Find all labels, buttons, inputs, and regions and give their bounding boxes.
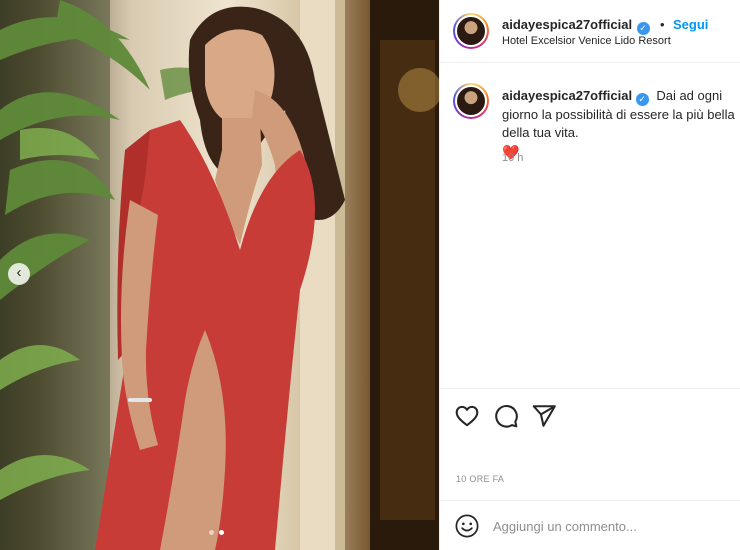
- location-link[interactable]: Hotel Excelsior Venice Lido Resort: [502, 35, 671, 47]
- carousel-prev-button[interactable]: ‹: [8, 263, 30, 285]
- caption-text-block: aidayespica27official ✓ Dai ad ogni gior…: [502, 87, 740, 160]
- emoji-icon[interactable]: [454, 513, 480, 539]
- header-user-line: aidayespica27official ✓ • Segui: [502, 16, 708, 35]
- avatar[interactable]: [453, 13, 489, 49]
- carousel-dots: [209, 530, 224, 535]
- caption-time[interactable]: 10 h: [502, 152, 523, 164]
- chevron-left-icon: ‹: [16, 264, 22, 281]
- post-details-panel: aidayespica27official ✓ • Segui Hotel Ex…: [439, 0, 740, 550]
- post-header: aidayespica27official ✓ • Segui Hotel Ex…: [440, 0, 740, 63]
- avatar[interactable]: [453, 83, 489, 119]
- username-link[interactable]: aidayespica27official: [502, 17, 632, 32]
- share-icon[interactable]: [531, 403, 557, 429]
- follow-button[interactable]: Segui: [673, 17, 708, 32]
- comment-input[interactable]: [493, 514, 733, 538]
- separator-dot: •: [659, 17, 665, 32]
- heart-emoji: ❤️: [502, 144, 520, 160]
- action-bar: 10 ORE FA: [440, 388, 740, 484]
- carousel-dot: [209, 530, 214, 535]
- add-comment-bar: [440, 500, 740, 550]
- post-timestamp[interactable]: 10 ORE FA: [456, 474, 504, 484]
- verified-badge-icon: ✓: [635, 93, 649, 106]
- post-photo: ‹: [0, 0, 439, 550]
- post-image: [0, 0, 439, 550]
- comment-icon[interactable]: [493, 403, 519, 429]
- verified-badge-icon: ✓: [636, 22, 650, 35]
- heart-outline-icon[interactable]: [454, 403, 480, 429]
- carousel-dot-active: [219, 530, 224, 535]
- caption-username-link[interactable]: aidayespica27official: [502, 88, 632, 103]
